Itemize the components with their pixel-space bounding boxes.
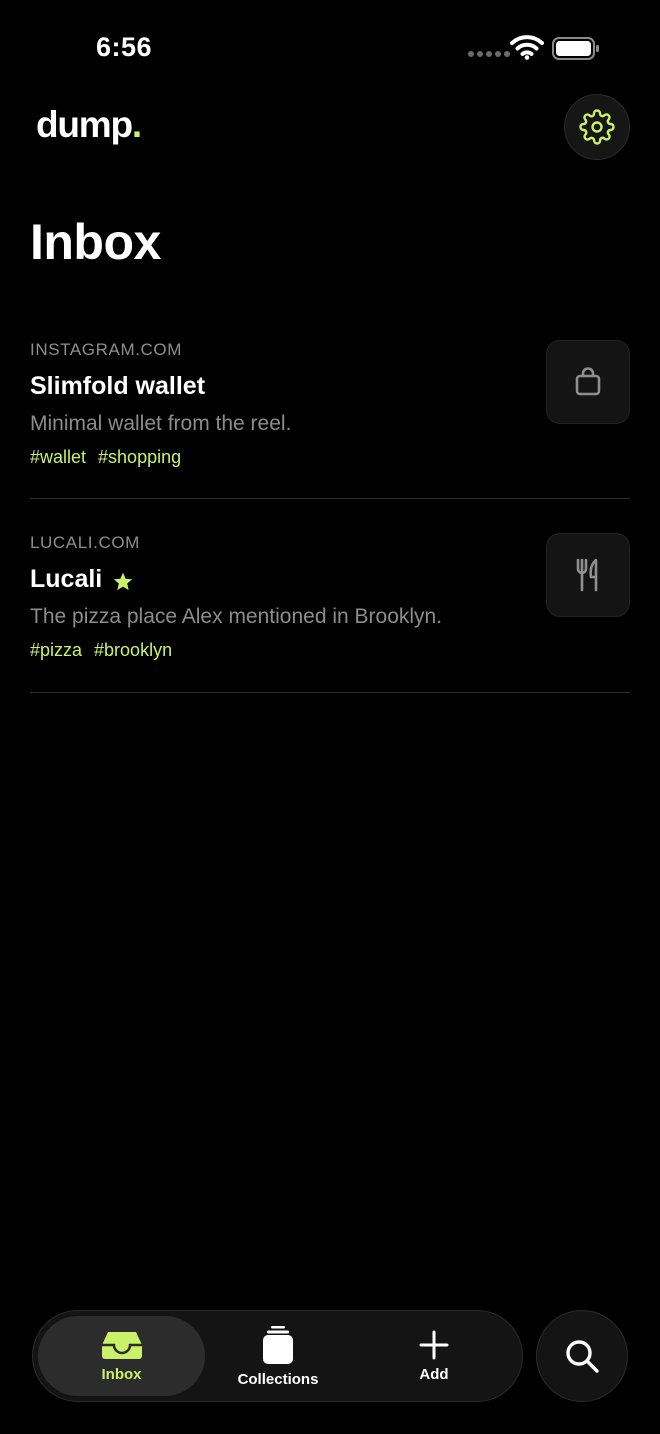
collections-stack-icon <box>263 1325 293 1364</box>
search-button[interactable] <box>536 1310 628 1402</box>
gear-icon <box>579 109 615 145</box>
item-source: INSTAGRAM.COM <box>30 340 182 359</box>
inbox-tray-icon <box>101 1331 142 1359</box>
item-title-row: Lucali <box>30 565 630 594</box>
tab-inbox[interactable]: Inbox <box>38 1316 205 1396</box>
item-description: The pizza place Alex mentioned in Brookl… <box>30 605 443 628</box>
shopping-bag-icon <box>575 367 601 396</box>
search-icon <box>566 1340 599 1373</box>
tag-link[interactable]: #shopping <box>98 447 181 468</box>
item-title: Lucali <box>30 565 103 593</box>
item-title-row: Slimfold wallet <box>30 372 630 401</box>
inbox-list: INSTAGRAM.COM Slimfold wallet Minimal wa… <box>30 318 630 693</box>
status-bar: 6:56 <box>0 0 660 96</box>
settings-button[interactable] <box>564 94 630 160</box>
item-tags: #pizza #brooklyn <box>30 640 630 661</box>
plus-icon <box>419 1330 449 1359</box>
item-thumbnail <box>546 340 630 424</box>
tab-bar: Inbox Collections Add <box>32 1310 523 1402</box>
tab-add[interactable]: Add <box>361 1316 507 1396</box>
battery-icon <box>552 37 599 60</box>
tab-collections[interactable]: Collections <box>205 1316 351 1396</box>
item-title: Slimfold wallet <box>30 372 206 400</box>
inbox-screen: 6:56 dump. Inbox INSTAGRAM.COM Slimfold … <box>0 0 660 1434</box>
inbox-item[interactable]: INSTAGRAM.COM Slimfold wallet Minimal wa… <box>30 318 630 499</box>
cellular-signal-icon <box>468 51 510 57</box>
inbox-item[interactable]: LUCALI.COM Lucali The pizza place Alex m… <box>30 499 630 693</box>
star-icon <box>114 572 133 590</box>
fork-knife-icon <box>576 558 598 592</box>
logo-text: dump <box>36 104 133 145</box>
item-description: Minimal wallet from the reel. <box>30 412 292 435</box>
item-tags: #wallet #shopping <box>30 447 630 468</box>
page-title: Inbox <box>30 214 161 270</box>
tab-label: Inbox <box>101 1365 142 1383</box>
logo-dot: . <box>131 104 142 145</box>
tag-link[interactable]: #brooklyn <box>94 640 172 661</box>
tag-link[interactable]: #pizza <box>30 640 82 661</box>
tab-label: Collections <box>237 1370 319 1388</box>
tab-label: Add <box>419 1365 449 1383</box>
status-time: 6:56 <box>96 32 153 62</box>
app-logo: dump. <box>36 104 142 146</box>
tag-link[interactable]: #wallet <box>30 447 86 468</box>
item-source: LUCALI.COM <box>30 533 140 552</box>
item-thumbnail <box>546 533 630 617</box>
wifi-icon <box>510 35 544 60</box>
